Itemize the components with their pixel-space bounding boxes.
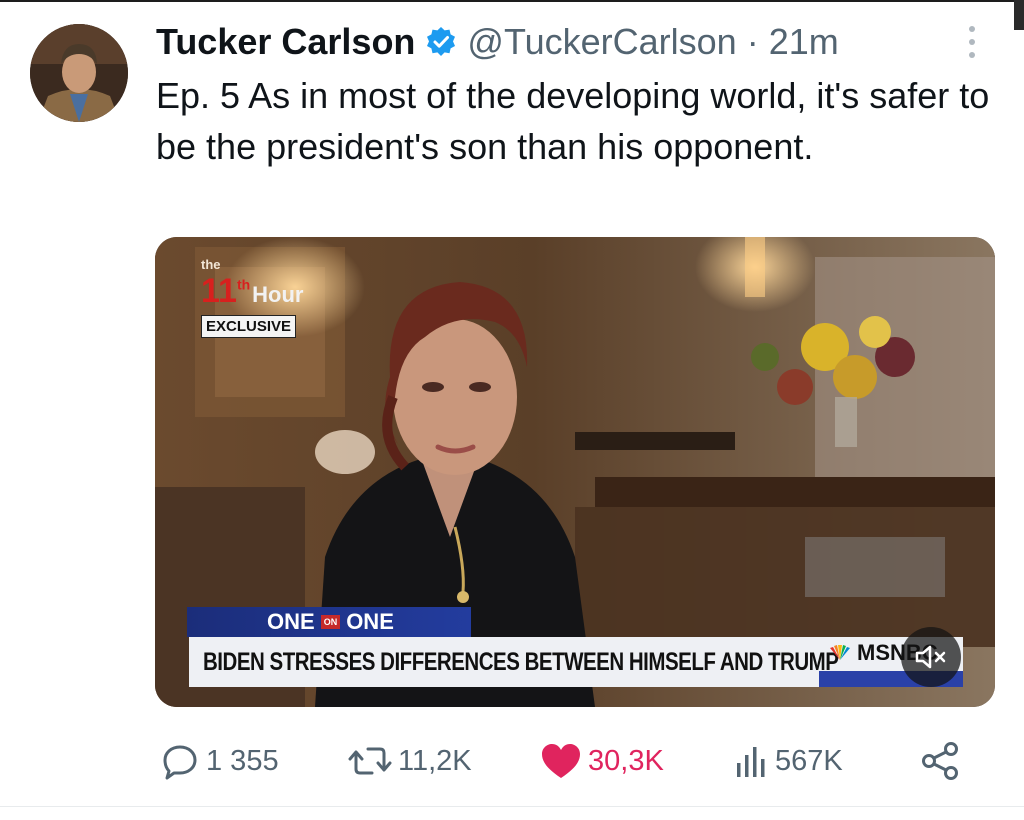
- like-count: 30,3K: [588, 744, 664, 777]
- reply-button[interactable]: 1 355: [160, 738, 279, 784]
- segment-word-left: ONE: [267, 609, 315, 634]
- author-name[interactable]: Tucker Carlson: [156, 21, 415, 63]
- tweet-actions: 1 355 11,2K 30,3K 567K: [0, 738, 1024, 784]
- author-handle-time[interactable]: @TuckerCarlson · 21m: [467, 21, 838, 63]
- share-button[interactable]: [920, 738, 966, 784]
- segment-on: ON: [320, 615, 341, 629]
- show-logo: the 11thHour EXCLUSIVE: [201, 257, 304, 338]
- scrollbar-edge: [1014, 0, 1024, 30]
- like-button[interactable]: 30,3K: [540, 738, 664, 784]
- share-icon: [922, 742, 958, 780]
- avatar-image: [30, 24, 128, 122]
- logo-the: the: [201, 257, 221, 272]
- segment-word-right: ONE: [346, 609, 394, 634]
- tweet-text: Ep. 5 As in most of the developing world…: [156, 75, 990, 167]
- heart-filled-icon: [542, 744, 580, 778]
- segment-banner: ONE ON ONE: [187, 607, 471, 637]
- views-count: 567K: [775, 744, 843, 777]
- more-options-icon[interactable]: [960, 22, 984, 62]
- dot: [969, 39, 975, 45]
- logo-number-suffix: th: [236, 276, 251, 293]
- verified-badge-icon: [425, 26, 457, 58]
- logo-hour: Hour: [252, 282, 304, 307]
- dot: [969, 26, 975, 32]
- divider: [0, 806, 1024, 807]
- dot: [969, 52, 975, 58]
- views-chart-icon: [737, 747, 765, 777]
- views-button[interactable]: 567K: [733, 738, 843, 784]
- volume-muted-icon: [915, 645, 946, 669]
- repost-count: 11,2K: [398, 744, 472, 777]
- tweet-header: Tucker Carlson @TuckerCarlson · 21m: [156, 18, 839, 66]
- top-edge: [0, 0, 1024, 2]
- author-avatar[interactable]: [30, 24, 128, 122]
- chyron-headline: BIDEN STRESSES DIFFERENCES BETWEEN HIMSE…: [203, 647, 839, 676]
- repost-button[interactable]: 11,2K: [348, 738, 472, 784]
- reply-count: 1 355: [206, 744, 279, 777]
- repost-icon: [348, 747, 392, 775]
- logo-number: 11th: [201, 272, 250, 311]
- mute-toggle-button[interactable]: [901, 627, 961, 687]
- logo-number-digits: 11: [201, 272, 237, 310]
- peacock-icon: [830, 645, 850, 660]
- exclusive-badge: EXCLUSIVE: [201, 315, 297, 338]
- video-player[interactable]: the 11thHour EXCLUSIVE ONE ON ONE BIDEN …: [155, 237, 995, 707]
- reply-icon: [163, 745, 197, 780]
